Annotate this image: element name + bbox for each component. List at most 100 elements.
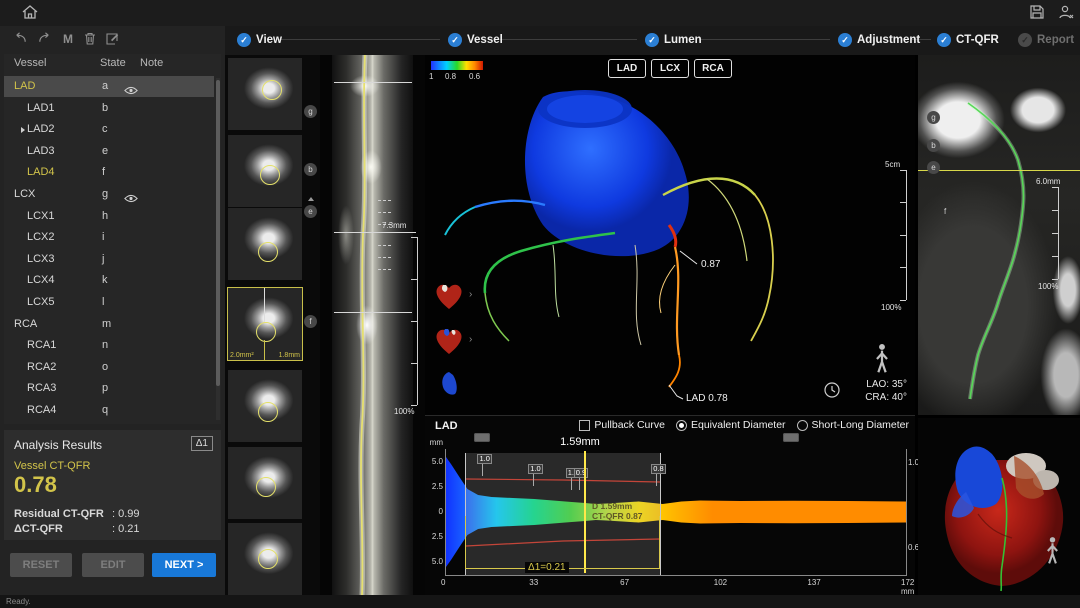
mpr-badge-b[interactable]: b	[927, 139, 940, 152]
cpr-marker-line[interactable]	[334, 82, 412, 83]
edit-icon[interactable]	[104, 32, 120, 48]
cross-section-thumbnail[interactable]	[228, 370, 302, 442]
vessel-name: LCX3	[27, 253, 55, 265]
save-icon[interactable]	[1030, 5, 1048, 21]
table-row[interactable]: LADa	[4, 76, 214, 97]
lumen-contour-ring	[258, 549, 278, 569]
table-row[interactable]: LCXg	[4, 184, 214, 205]
range-handle-right[interactable]	[783, 433, 799, 442]
table-row[interactable]: LCX5l	[4, 292, 214, 313]
heart-view-preset-icon[interactable]	[433, 281, 465, 311]
cross-section-thumbnail[interactable]	[228, 447, 302, 519]
diameter-label: 1.8mm	[279, 352, 300, 359]
table-row[interactable]: LCX2i	[4, 227, 214, 248]
table-row[interactable]: LCX3j	[4, 249, 214, 270]
option-pullback-curve[interactable]: Pullback Curve	[579, 419, 665, 431]
table-row[interactable]: RCA1n	[4, 335, 214, 356]
range-handle-left[interactable]	[474, 433, 490, 442]
table-row[interactable]: LAD3e	[4, 141, 214, 162]
vessel-tree-preset-icon[interactable]	[439, 371, 459, 397]
option-equivalent-diameter[interactable]: Equivalent Diameter	[676, 419, 786, 431]
heart-3d-view[interactable]	[918, 418, 1080, 595]
chart-cursor-line[interactable]	[584, 451, 586, 573]
diameter-marker-pin[interactable]	[656, 473, 657, 486]
undo-icon[interactable]	[12, 32, 28, 48]
section-badge-f[interactable]: f	[304, 315, 317, 328]
vessel-name: RCA4	[27, 404, 56, 416]
radio-unchecked-icon[interactable]	[797, 420, 808, 431]
y-axis-tick: 5.0	[427, 457, 443, 466]
option-label: Short-Long Diameter	[812, 419, 909, 431]
selection-window[interactable]	[465, 453, 661, 575]
vessel-state: q	[102, 404, 108, 416]
checkbox-unchecked-icon[interactable]	[579, 420, 590, 431]
cross-section-thumbnail[interactable]	[228, 208, 302, 280]
check-icon-disabled: ✓	[1018, 33, 1032, 47]
rotate-clock-icon[interactable]	[823, 381, 841, 399]
workflow-step-view[interactable]: ✓View	[237, 33, 282, 47]
diameter-marker-pin[interactable]	[579, 477, 580, 490]
redo-icon[interactable]	[36, 32, 52, 48]
scrollbar-track[interactable]	[216, 78, 220, 420]
cross-section-thumbnail-strip: 2.0mm²1.8mm g b e f	[225, 55, 320, 595]
body-orientation-icon[interactable]	[875, 343, 889, 375]
table-row[interactable]: RCA3p	[4, 378, 214, 399]
chevron-right-icon[interactable]: ›	[469, 334, 472, 345]
section-badge-b[interactable]: b	[304, 163, 317, 176]
delta-badge[interactable]: Δ1	[191, 436, 213, 451]
mpr-position-line[interactable]	[918, 170, 1080, 171]
workflow-step-ct-qfr[interactable]: ✓CT-QFR	[937, 33, 999, 47]
expand-arrow-icon[interactable]	[21, 127, 25, 133]
edit-button[interactable]: EDIT	[82, 553, 144, 577]
cross-section-thumbnail[interactable]	[228, 523, 302, 595]
y-axis-tick: 2.5	[427, 532, 443, 541]
cross-section-thumbnail[interactable]: 2.0mm²1.8mm	[228, 288, 302, 360]
column-header-state: State	[100, 57, 126, 69]
table-row[interactable]: LCX1h	[4, 206, 214, 227]
table-row[interactable]: RCAm	[4, 314, 214, 335]
mpr-badge-e[interactable]: e	[927, 161, 940, 174]
workflow-step-label: CT-QFR	[956, 34, 999, 46]
diameter-marker-pin[interactable]	[482, 463, 483, 476]
workflow-step-adjustment[interactable]: ✓Adjustment	[838, 33, 920, 47]
straightened-cpr-view[interactable]: 7.3mm 100%	[320, 55, 425, 595]
table-row[interactable]: LAD4f	[4, 162, 214, 183]
table-row[interactable]: LCX4k	[4, 270, 214, 291]
body-orientation-icon[interactable]	[1046, 536, 1059, 566]
diameter-marker-pin[interactable]	[571, 477, 572, 490]
diameter-marker-pin[interactable]	[533, 473, 534, 486]
radio-checked-icon[interactable]	[676, 420, 687, 431]
section-badge-e[interactable]: e	[304, 205, 317, 218]
cpr-marker-line[interactable]	[334, 312, 412, 313]
mpr-badge-g[interactable]: g	[927, 111, 940, 124]
heart-view-preset-icon[interactable]	[433, 326, 465, 356]
zoom-label: 100%	[881, 303, 901, 312]
cross-section-thumbnail[interactable]	[228, 135, 302, 207]
workflow-step-lumen[interactable]: ✓Lumen	[645, 33, 702, 47]
table-row[interactable]: RCA2o	[4, 357, 214, 378]
coronary-3d-view[interactable]: 1 0.8 0.6 LADLCXRCA 0.8	[425, 55, 915, 415]
user-icon[interactable]	[1058, 5, 1076, 21]
workflow-step-vessel[interactable]: ✓Vessel	[448, 33, 503, 47]
distal-qfr-annotation: LAD 0.78	[686, 393, 728, 404]
column-header-vessel: Vessel	[14, 57, 46, 69]
table-row[interactable]: RCA4 q	[4, 400, 214, 421]
chevron-right-icon[interactable]: ›	[469, 289, 472, 300]
workflow-step-report[interactable]: ✓Report	[1018, 33, 1074, 47]
reset-button[interactable]: RESET	[10, 553, 72, 577]
option-short-long-diameter[interactable]: Short-Long Diameter	[797, 419, 909, 431]
curved-mpr-view[interactable]: gbe f 6.0mm 100%	[918, 55, 1080, 415]
cross-section-thumbnail[interactable]	[228, 58, 302, 130]
cpr-measurement-line[interactable]	[334, 232, 416, 233]
delete-trash-icon[interactable]	[82, 32, 98, 48]
measure-m-icon[interactable]: M	[60, 32, 76, 48]
table-row[interactable]: LAD1b	[4, 98, 214, 119]
workflow-connector	[276, 39, 440, 40]
section-badge-g[interactable]: g	[304, 105, 317, 118]
scrollbar-thumb[interactable]	[216, 80, 220, 386]
table-row[interactable]: LAD2c	[4, 119, 214, 140]
cpr-measurement-label: 7.3mm	[382, 221, 406, 230]
next-button[interactable]: NEXT >	[152, 553, 216, 577]
home-icon[interactable]	[22, 5, 40, 21]
vessel-state: p	[102, 382, 108, 394]
